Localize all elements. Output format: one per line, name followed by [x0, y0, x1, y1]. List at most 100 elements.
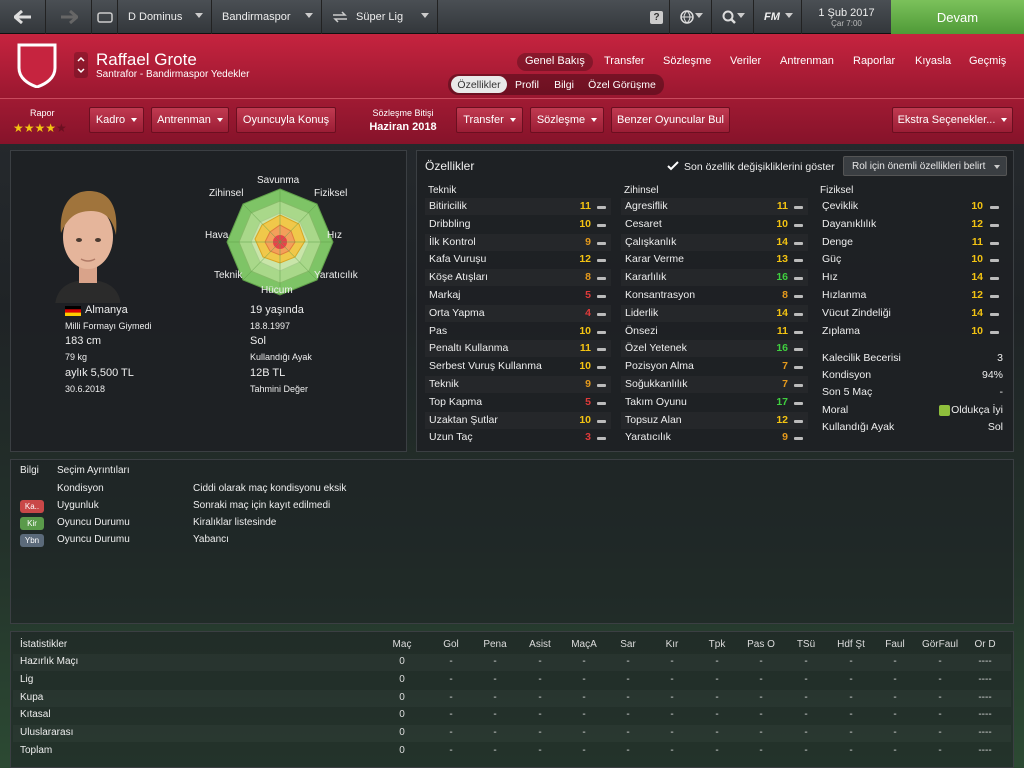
extra-attribute-value: Sol: [987, 420, 1003, 433]
player-name: Raffael Grote: [96, 50, 197, 69]
role-select[interactable]: Rol için önemli özellikleri belirt: [843, 156, 1007, 176]
tab-ozellikler[interactable]: Özellikler: [451, 76, 507, 93]
tab-ozel-gorusme[interactable]: Özel Görüşme: [585, 76, 659, 93]
info-panel: Bilgi Seçim Ayrıntıları Kondisyon Ciddi o…: [10, 459, 1014, 624]
attribute-name: Hız: [822, 271, 838, 284]
status-badge: Kir: [20, 517, 44, 530]
nav-transfer[interactable]: Transfer: [604, 55, 645, 67]
tab-bilgi[interactable]: Bilgi: [549, 76, 579, 93]
date-display[interactable]: 1 Şub 2017 Çar 7:00: [802, 0, 891, 34]
attribute-value: 14: [971, 271, 983, 284]
attribute-trend-icon: [990, 241, 999, 245]
talk-button[interactable]: Oyuncuyla Konuş: [236, 107, 336, 133]
preferred-foot-label: Kullandığı Ayak: [250, 352, 312, 362]
attribute-value: 16: [776, 342, 788, 355]
antrenman-button[interactable]: Antrenman: [151, 107, 229, 133]
extra-attribute-value: -: [999, 386, 1004, 399]
nav-veriler[interactable]: Veriler: [730, 55, 761, 67]
forward-arrow-icon: [60, 10, 78, 24]
chevron-down-icon: [305, 13, 313, 18]
tab-profil[interactable]: Profil: [510, 76, 544, 93]
continue-button[interactable]: Devam: [891, 0, 1024, 34]
attribute-value: 10: [579, 413, 591, 426]
nav-gecmis[interactable]: Geçmiş: [969, 55, 1006, 67]
club-menu[interactable]: Bandirmaspor: [212, 0, 322, 34]
attribute-trend-icon: [990, 312, 999, 316]
attribute-trend-icon: [597, 401, 606, 405]
nav-sozlesme[interactable]: Sözleşme: [663, 55, 711, 67]
kadro-button[interactable]: Kadro: [89, 107, 144, 133]
attribute-name: Serbest Vuruş Kullanma: [429, 360, 542, 373]
extra-attribute-name: Kalecilik Becerisi: [822, 352, 901, 364]
attribute-name: Uzaktan Şutlar: [429, 413, 498, 426]
report-label: Rapor: [30, 108, 55, 118]
star-full-icon: ★★★★: [13, 121, 57, 135]
weight: 79 kg: [65, 352, 88, 362]
stats-header[interactable]: Or D: [955, 639, 1015, 650]
attribute-name: Pozisyon Alma: [625, 360, 694, 373]
forward-button[interactable]: [46, 0, 92, 34]
nav-antrenman[interactable]: Antrenman: [780, 55, 834, 67]
attribute-trend-icon: [990, 259, 999, 263]
estimated-value-label: Tahmini Değer: [250, 384, 309, 394]
manager-menu[interactable]: D Dominus: [118, 0, 212, 34]
transfer-button[interactable]: Transfer: [456, 107, 523, 133]
morale-icon: [939, 404, 950, 416]
attributes-title: Özellikler: [425, 159, 475, 173]
show-changes-checkbox-label[interactable]: Son özellik değişikliklerini göster: [684, 161, 835, 173]
inbox-button[interactable]: [92, 0, 118, 34]
contract-label: Sözleşme Bitişi: [372, 108, 434, 118]
back-button[interactable]: [0, 0, 46, 34]
attribute-name: Güç: [822, 253, 842, 266]
checkmark-icon[interactable]: [667, 161, 679, 171]
attribute-value: 7: [782, 360, 788, 373]
attribute-value: 8: [585, 271, 591, 284]
attribute-trend-icon: [597, 259, 606, 263]
world-menu[interactable]: [670, 0, 712, 34]
chevron-down-icon: [591, 118, 598, 122]
radar-label-fiziksel: Fiziksel: [314, 188, 348, 199]
attribute-name: Yaratıcılık: [625, 431, 671, 444]
nav-genel-bakis[interactable]: Genel Bakış: [525, 55, 585, 67]
attribute-name: Bitiricilik: [429, 200, 467, 212]
contract-end-date: 30.6.2018: [65, 384, 106, 394]
extra-options-button[interactable]: Ekstra Seçenekler...: [892, 107, 1013, 133]
attribute-trend-icon: [794, 223, 803, 227]
attribute-name: Konsantrasyon: [625, 289, 696, 301]
stats-cell: ----: [978, 673, 992, 685]
sozlesme-button[interactable]: Sözleşme: [530, 107, 604, 133]
mental-title: Zihinsel: [624, 185, 659, 196]
nav-raporlar[interactable]: Raporlar: [853, 55, 895, 67]
attribute-value: 10: [776, 217, 788, 230]
attribute-value: 12: [579, 253, 591, 266]
attribute-value: 9: [585, 378, 591, 390]
antrenman-label: Antrenman: [157, 114, 211, 126]
help-button[interactable]: ?: [644, 0, 670, 34]
chevron-down-icon: [737, 13, 745, 18]
attribute-name: Agresiflik: [625, 200, 668, 212]
up-down-icon: [77, 56, 85, 74]
attribute-value: 8: [782, 289, 788, 301]
attribute-name: Markaj: [429, 289, 461, 301]
info-row-label: Kondisyon: [57, 483, 104, 494]
attribute-trend-icon: [597, 223, 606, 227]
chevron-down-icon: [509, 118, 516, 122]
attribute-value: 5: [585, 289, 591, 301]
height: 183 cm: [65, 335, 102, 347]
extra-attribute-name: Kullandığı Ayak: [822, 420, 895, 433]
league-menu[interactable]: Süper Lig: [322, 0, 438, 34]
attribute-trend-icon: [794, 295, 803, 298]
nav-kiyasla[interactable]: Kıyasla: [915, 55, 951, 67]
stats-cell: ----: [978, 727, 992, 739]
similar-players-button[interactable]: Benzer Oyuncular Bul: [611, 107, 730, 133]
player-stepper[interactable]: [74, 52, 88, 78]
attribute-trend-icon: [794, 366, 803, 370]
transfer-label: Transfer: [463, 114, 504, 126]
info-row-label: Oyuncu Durumu: [57, 517, 130, 528]
search-menu[interactable]: [712, 0, 754, 34]
fm-menu[interactable]: FM: [754, 0, 802, 34]
attribute-name: Soğukkanlılık: [625, 378, 688, 390]
attribute-trend-icon: [794, 259, 803, 263]
extra-attribute-value: 94%: [981, 369, 1003, 382]
attribute-name: Çeviklik: [822, 200, 859, 212]
